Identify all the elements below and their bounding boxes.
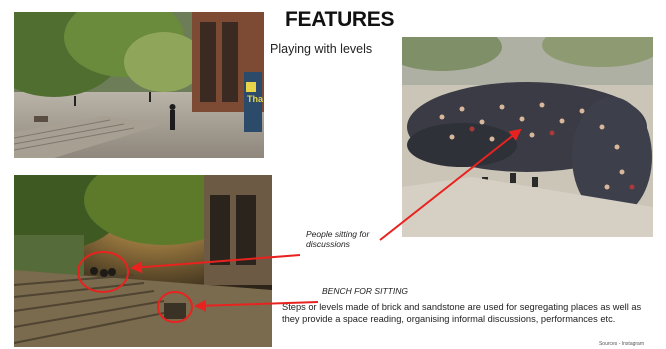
- sign-text: Tha: [247, 94, 264, 104]
- photo-steps-night: [14, 175, 272, 347]
- source-credit: Sources - Instagram: [598, 341, 644, 347]
- annotation-bench: BENCH FOR SITTING: [322, 286, 408, 296]
- photo-courtyard-day: Tha: [14, 12, 264, 158]
- slide-title: FEATURES: [285, 8, 395, 31]
- slide-subtitle: Playing with levels: [270, 42, 373, 56]
- description-text: Steps or levels made of brick and sandst…: [282, 302, 642, 324]
- annotation-people-sitting: People sitting for discussions: [306, 229, 370, 249]
- photo-crowd-discussion: [402, 37, 653, 237]
